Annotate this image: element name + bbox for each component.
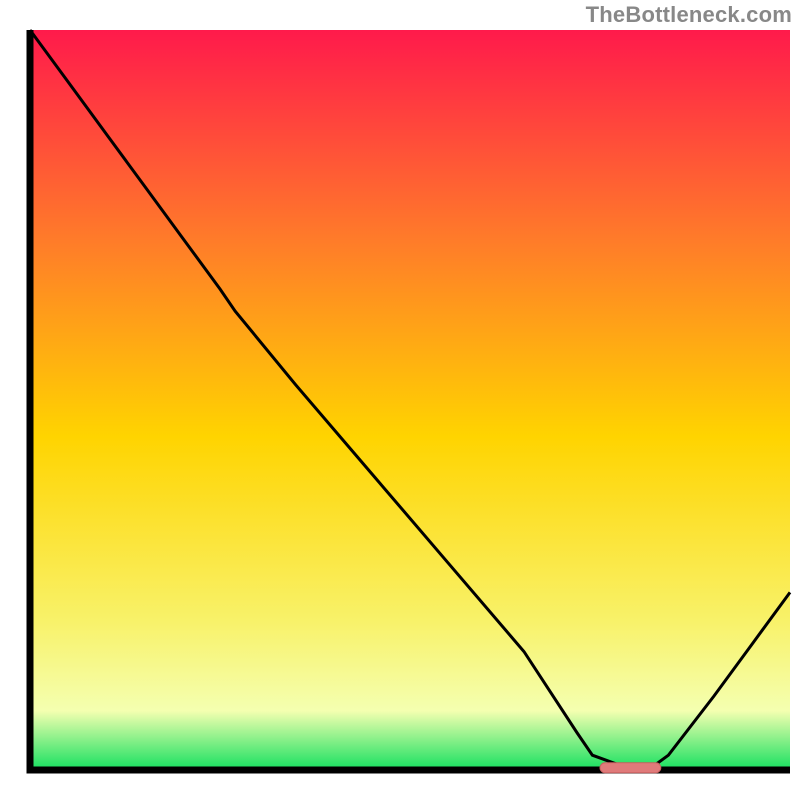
bottleneck-chart	[0, 0, 800, 800]
optimum-marker	[600, 763, 661, 773]
plot-background	[30, 30, 790, 770]
